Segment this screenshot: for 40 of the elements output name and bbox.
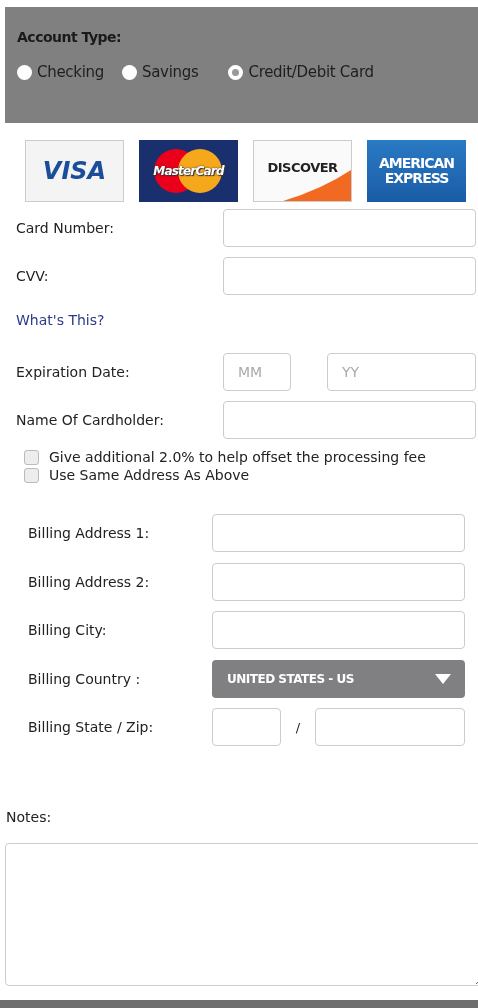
radio-option[interactable]: Savings bbox=[121, 63, 199, 81]
input-field[interactable] bbox=[223, 257, 476, 295]
field-label: Name Of Cardholder: bbox=[16, 412, 164, 428]
country-dropdown[interactable]: UNITED STATES - US bbox=[212, 659, 465, 698]
separator: / bbox=[294, 719, 302, 735]
zip-field[interactable] bbox=[315, 708, 465, 746]
card-logo: AMERICAN EXPRESS bbox=[367, 140, 466, 202]
field-label: Billing City: bbox=[28, 622, 107, 638]
input-field[interactable] bbox=[223, 401, 476, 439]
field-label: Card Number: bbox=[16, 220, 114, 236]
input-field[interactable] bbox=[212, 562, 465, 601]
checkbox[interactable] bbox=[24, 449, 39, 465]
field-label: Billing State / Zip: bbox=[28, 719, 154, 735]
radio-option[interactable]: Checking bbox=[17, 63, 104, 81]
notes-field[interactable] bbox=[5, 843, 478, 986]
card-logo: VISA bbox=[25, 140, 124, 202]
card-logo: DISCOVER bbox=[253, 140, 352, 202]
caret-icon bbox=[435, 673, 451, 684]
radio-button[interactable] bbox=[17, 64, 32, 80]
checkbox-label: Give additional 2.0% to help offset the processing fee bbox=[49, 449, 426, 465]
checkbox[interactable] bbox=[24, 467, 39, 483]
field-label: Expiration Date: bbox=[16, 364, 130, 380]
state-field[interactable] bbox=[212, 708, 281, 746]
input-field[interactable] bbox=[212, 611, 465, 649]
input-field[interactable] bbox=[223, 209, 476, 247]
notes-label: Notes: bbox=[6, 809, 53, 825]
account-type-label: Account Type: bbox=[17, 29, 123, 45]
input-field[interactable] bbox=[212, 514, 465, 552]
radio-label: Savings bbox=[141, 63, 199, 81]
field-label: Billing Address 2: bbox=[28, 573, 150, 590]
whats-this-link[interactable]: What's This? bbox=[16, 312, 105, 328]
radio-label: Checking bbox=[37, 63, 104, 81]
month-field[interactable]: MM bbox=[223, 353, 291, 391]
field-label: CVV: bbox=[16, 268, 49, 284]
field-label: Billing Address 1: bbox=[28, 525, 150, 541]
radio-button[interactable] bbox=[228, 64, 244, 80]
checkbox-label: Use Same Address As Above bbox=[49, 467, 250, 483]
field-label: Billing Country : bbox=[28, 670, 141, 687]
year-field[interactable]: YY bbox=[327, 353, 476, 391]
radio-button[interactable] bbox=[121, 64, 137, 80]
